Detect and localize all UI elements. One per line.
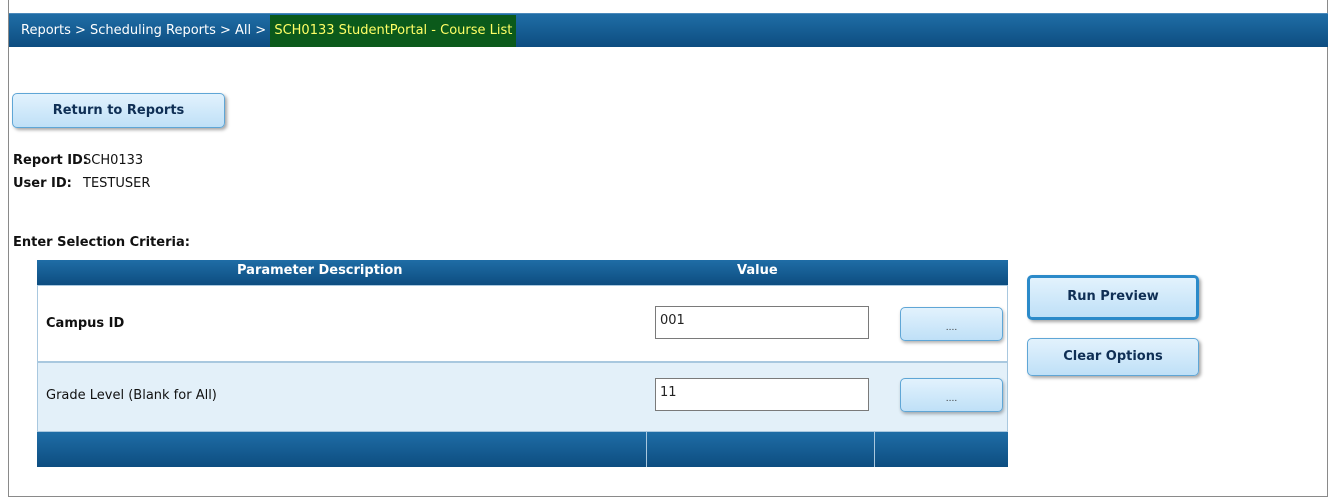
- user-id-value: TESTUSER: [83, 176, 151, 191]
- breadcrumb-path[interactable]: Reports > Scheduling Reports > All >: [21, 23, 270, 38]
- selection-criteria-title: Enter Selection Criteria:: [13, 235, 190, 250]
- grade-level-label: Grade Level (Blank for All): [46, 388, 217, 403]
- report-id-label: Report ID:: [13, 153, 89, 168]
- criteria-table-footer: [37, 432, 1008, 467]
- report-page: Reports > Scheduling Reports > All > SCH…: [8, 0, 1328, 497]
- column-header-parameter: Parameter Description: [237, 263, 403, 278]
- breadcrumb: Reports > Scheduling Reports > All > SCH…: [21, 14, 517, 48]
- return-to-reports-button[interactable]: Return to Reports: [12, 93, 225, 128]
- campus-id-label: Campus ID: [46, 316, 125, 331]
- breadcrumb-current: SCH0133 StudentPortal - Course List: [270, 15, 517, 47]
- grade-lookup-button[interactable]: ....: [900, 378, 1003, 412]
- grade-level-input[interactable]: 11: [655, 378, 869, 411]
- campus-lookup-button[interactable]: ....: [900, 307, 1003, 341]
- report-id-value: SCH0133: [83, 153, 144, 168]
- footer-divider: [646, 432, 647, 467]
- run-preview-button[interactable]: Run Preview: [1027, 275, 1199, 320]
- breadcrumb-bar: Reports > Scheduling Reports > All > SCH…: [9, 13, 1328, 47]
- criteria-row-campus: Campus ID 001 ....: [37, 285, 1008, 362]
- user-id-label: User ID:: [13, 176, 72, 191]
- column-header-value: Value: [737, 263, 778, 278]
- criteria-table: Parameter Description Value Campus ID 00…: [37, 260, 1008, 467]
- footer-divider: [874, 432, 875, 467]
- campus-id-input[interactable]: 001: [655, 306, 869, 339]
- criteria-row-grade: Grade Level (Blank for All) 11 ....: [37, 362, 1008, 432]
- criteria-table-header: Parameter Description Value: [37, 260, 1008, 285]
- clear-options-button[interactable]: Clear Options: [1027, 338, 1199, 376]
